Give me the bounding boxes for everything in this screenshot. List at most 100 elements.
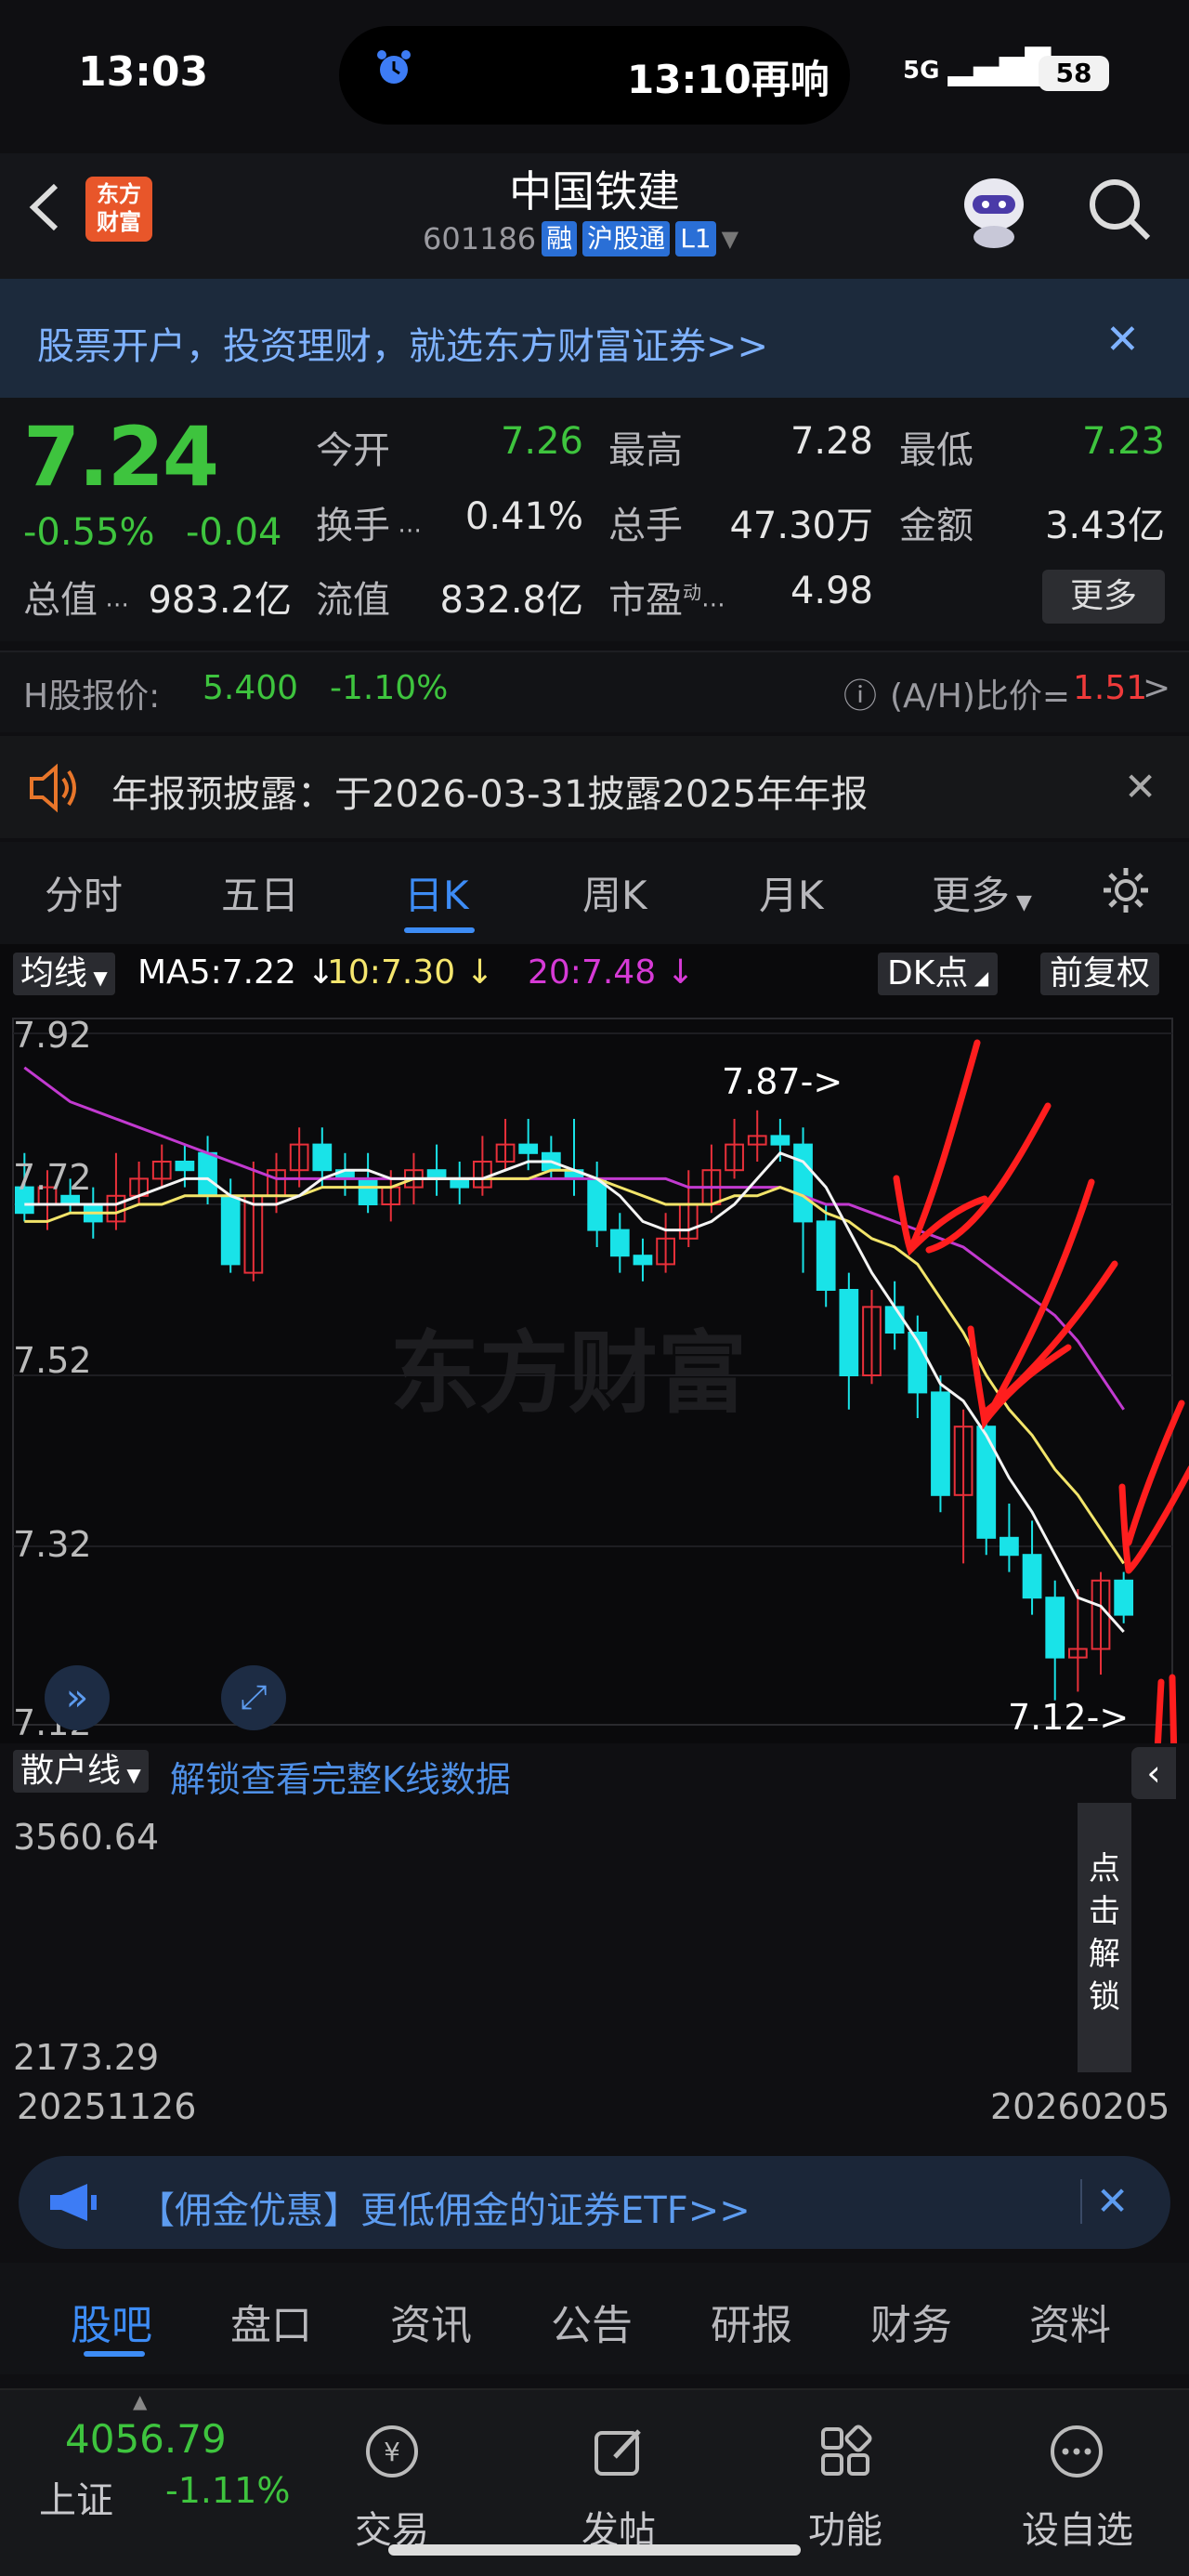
tab-profile[interactable]: 资料 (1029, 2292, 1111, 2351)
dropdown-triangle-icon: ▼ (1010, 891, 1032, 914)
promo-banner-text[interactable]: 股票开户，投资理财，就选东方财富证券>> (37, 316, 768, 370)
candle-body (839, 1289, 859, 1376)
tab-monthly-k[interactable]: 月K (759, 864, 824, 921)
trade-icon[interactable]: ¥ (362, 2422, 422, 2481)
candle-body (816, 1220, 836, 1291)
ma5-legend: MA5:7.22 ↓ (137, 953, 335, 992)
dk-point-button[interactable]: DK点 ◢ (878, 953, 999, 995)
more-button[interactable]: 更多 (1042, 570, 1165, 624)
low-value: 7.23 (1081, 420, 1165, 463)
tab-daily-k[interactable]: 日K (404, 864, 469, 921)
volume-value: 47.30万 (729, 505, 873, 547)
status-bar: 13:03 13:10再响 5G ▂▄▆█ ◠ 58 (0, 0, 1189, 153)
adjust-button[interactable]: 前复权 (1040, 953, 1160, 995)
robot-assistant-icon[interactable] (952, 167, 1036, 251)
tab-more[interactable]: 更多 ▼ (932, 864, 1032, 921)
unlock-kline-link[interactable]: 解锁查看完整K线数据 (170, 1751, 511, 1802)
mktcap-label-text: 总值 (23, 579, 98, 622)
retail-line-select[interactable]: 散户线 ▼ (13, 1750, 149, 1793)
dropdown-triangle-icon: ▼ (121, 1764, 141, 1786)
tab-forum[interactable]: 股吧 (71, 2292, 152, 2351)
close-icon[interactable]: ✕ (1105, 316, 1140, 363)
h-share-label: H股报价: (23, 677, 161, 716)
candle-body (1114, 1579, 1134, 1616)
start-date-label: 20251126 (17, 2086, 197, 2127)
tag-level: L1 (675, 221, 716, 256)
help-icon[interactable]: ⓘ (843, 669, 877, 717)
candle-body (358, 1177, 378, 1205)
chart-frame (12, 1018, 1173, 1726)
tag-connect: 沪股通 (582, 221, 671, 256)
signal-bars-icon: ▂▄▆█ (947, 48, 1052, 86)
notice-text[interactable]: 年报预披露：于2026-03-31披露2025年年报 (111, 764, 868, 818)
grid-function-icon[interactable] (816, 2422, 875, 2481)
candle-body (633, 1255, 653, 1266)
gear-icon[interactable] (1100, 864, 1152, 916)
pe-label: 市盈动⋯ (608, 570, 725, 624)
nav-function[interactable]: 功能 (808, 2500, 882, 2554)
kline-svg[interactable] (0, 944, 1189, 1743)
info-dots-icon[interactable]: ⋯ (701, 591, 725, 619)
amount-label: 金额 (899, 505, 973, 547)
turnover-value: 0.41% (464, 495, 583, 538)
index-change[interactable]: -1.11% (165, 2470, 290, 2511)
tab-announcements[interactable]: 公告 (551, 2292, 633, 2351)
indicator-select[interactable]: 均线 ▼ (13, 953, 115, 995)
tab-order-book[interactable]: 盘口 (230, 2292, 312, 2351)
candle-body (198, 1151, 217, 1197)
dropdown-triangle-icon[interactable]: ▼ (722, 226, 738, 252)
volume-label: 总手 (608, 505, 683, 547)
retail-line-label: 散户线 (20, 1752, 122, 1790)
tab-research[interactable]: 研报 (711, 2292, 792, 2351)
open-label: 今开 (316, 429, 390, 472)
h-share-change: -1.10% (330, 669, 449, 707)
fullscreen-icon[interactable]: ⤢ (221, 1665, 286, 1730)
low-label: 最低 (899, 429, 973, 472)
pe-value: 4.98 (790, 570, 873, 612)
home-indicator (388, 2544, 801, 2556)
edit-post-icon[interactable] (589, 2422, 648, 2481)
chevron-right-icon[interactable]: > (1143, 669, 1170, 707)
chevron-left-icon[interactable]: ‹ (1131, 1747, 1176, 1799)
tab-financials[interactable]: 财务 (870, 2292, 952, 2351)
index-name[interactable]: 上证 (39, 2470, 113, 2524)
ma20-legend: 20:7.48 ↓ (528, 953, 695, 992)
open-value: 7.26 (500, 420, 583, 463)
candle-body (976, 1426, 997, 1539)
turnover-label-text: 换手 (316, 505, 390, 547)
mktcap-value: 983.2亿 (148, 579, 292, 622)
dk-label: DK点 (887, 954, 969, 992)
tab-weekly-k[interactable]: 周K (582, 864, 647, 921)
megaphone-icon (50, 2184, 97, 2221)
index-value[interactable]: 4056.79 (65, 2416, 227, 2462)
more-dots-icon[interactable] (1047, 2422, 1106, 2481)
pe-label-text: 市盈 (608, 579, 683, 622)
ma5-line (24, 1151, 1125, 1634)
close-icon[interactable]: ✕ (1124, 764, 1156, 809)
high-label: 最高 (608, 429, 683, 472)
active-tab-indicator (404, 927, 475, 933)
search-icon[interactable] (1085, 175, 1154, 243)
pe-dynamic-sup: 动 (683, 581, 701, 604)
tab-five-day[interactable]: 五日 (221, 864, 299, 921)
side-unlock-button[interactable]: 点击解锁 (1078, 1803, 1131, 2072)
info-dots-icon[interactable]: ⋯ (98, 591, 129, 619)
amount-value: 3.43亿 (1044, 505, 1165, 547)
info-dots-icon[interactable]: ⋯ (390, 517, 422, 545)
chevron-up-icon[interactable]: ▲ (133, 2390, 147, 2412)
active-tab-indicator (84, 2351, 145, 2357)
float-value: 832.8亿 (439, 579, 583, 622)
red-annotation-stroke (925, 1102, 1052, 1254)
tab-news[interactable]: 资讯 (390, 2292, 472, 2351)
tab-intraday[interactable]: 分时 (45, 864, 123, 921)
close-icon[interactable]: ✕ (1096, 2178, 1129, 2224)
candle-body (770, 1135, 790, 1146)
turnover-label: 换手 ⋯ (316, 495, 422, 549)
stock-code-row: 601186 融 沪股通 L1 ▼ (423, 221, 738, 256)
commission-ad-text[interactable]: 【佣金优惠】更低佣金的证券ETF>> (137, 2180, 751, 2234)
candle-body (884, 1306, 905, 1334)
high-value: 7.28 (790, 420, 873, 463)
nav-add-watchlist[interactable]: 设自选 (1022, 2500, 1133, 2554)
expand-forward-icon[interactable]: » (45, 1665, 110, 1730)
y-tick-label: 7.52 (13, 1340, 92, 1381)
